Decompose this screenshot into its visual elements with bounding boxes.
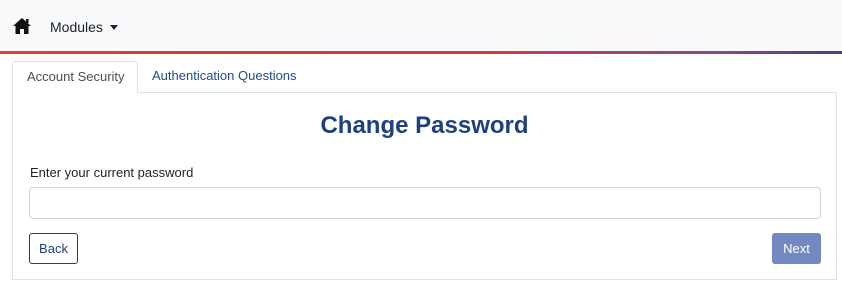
tab-account-security[interactable]: Account Security [12,61,138,93]
back-button[interactable]: Back [29,233,78,264]
next-button[interactable]: Next [772,233,821,264]
tab-bar: Account Security Authentication Question… [12,61,837,93]
modules-label: Modules [50,19,103,35]
top-navbar: Modules [0,0,842,51]
modules-dropdown[interactable]: Modules [50,18,118,36]
page-title: Change Password [320,112,529,139]
home-icon[interactable] [12,17,32,35]
current-password-label: Enter your current password [30,165,194,180]
current-password-input[interactable] [29,187,821,219]
navbar-accent-bar [0,51,842,54]
tab-authentication-questions[interactable]: Authentication Questions [138,61,311,93]
caret-down-icon [109,24,118,30]
